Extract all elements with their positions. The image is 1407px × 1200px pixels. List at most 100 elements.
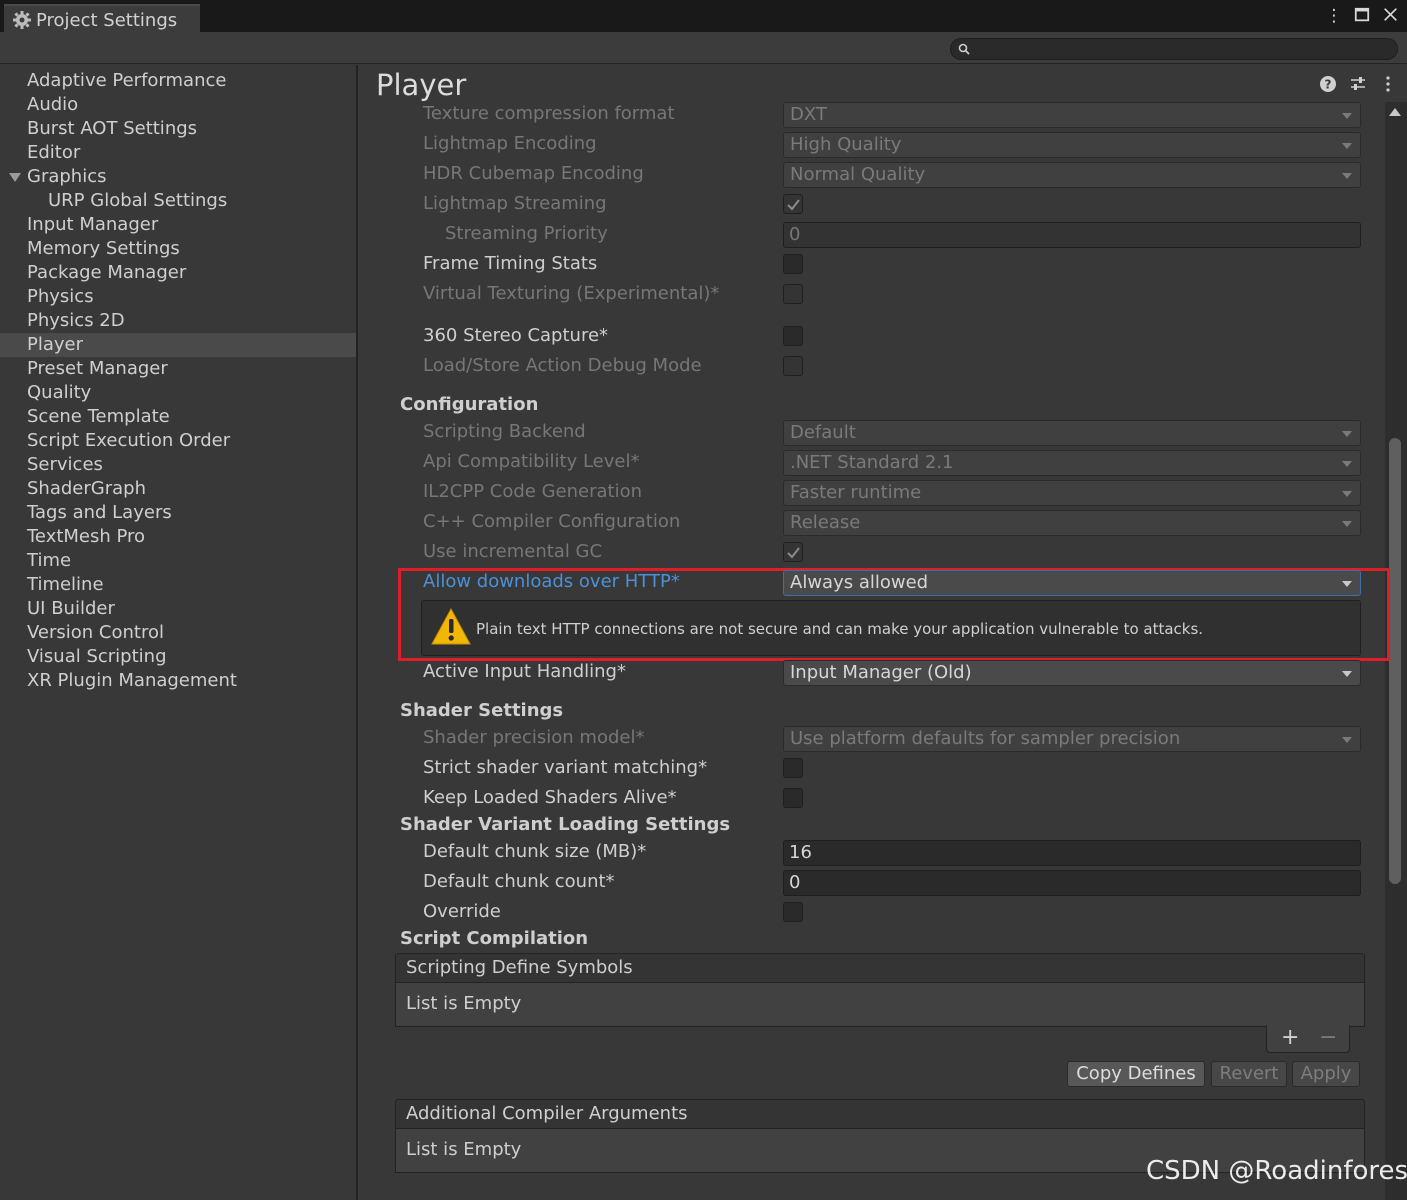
kebab-menu-icon[interactable]: ⋮ — [1325, 7, 1343, 25]
sidebar-item-editor[interactable]: Editor — [0, 141, 356, 165]
api-compat-label: Api Compatibility Level* — [423, 451, 640, 472]
frame-timing-checkbox[interactable] — [783, 254, 803, 274]
chevron-down-icon — [1342, 521, 1352, 527]
load-store-debug-field — [783, 354, 1361, 380]
texture-compression-row: Texture compression format DXT — [423, 101, 1363, 129]
cpp-compiler-row: C++ Compiler Configuration Release — [423, 509, 1363, 537]
stereo-capture-label: 360 Stereo Capture* — [423, 325, 609, 346]
sidebar-item-xr-plugin-management[interactable]: XR Plugin Management — [0, 669, 356, 693]
help-icon[interactable]: ? — [1319, 75, 1337, 93]
revert-button[interactable]: Revert — [1211, 1061, 1287, 1087]
streaming-priority-label: Streaming Priority — [445, 223, 608, 244]
dropdown-value: .NET Standard 2.1 — [790, 452, 954, 473]
maximize-icon[interactable] — [1353, 7, 1371, 25]
apply-button[interactable]: Apply — [1292, 1061, 1360, 1087]
sidebar-item-scene-template[interactable]: Scene Template — [0, 405, 356, 429]
sidebar-item-services[interactable]: Services — [0, 453, 356, 477]
incremental-gc-field — [783, 540, 1361, 566]
keep-shaders-field — [783, 786, 1361, 812]
api-compat-dropdown[interactable]: .NET Standard 2.1 — [783, 450, 1361, 476]
incremental-gc-checkbox[interactable] — [783, 542, 803, 562]
input-value: 16 — [789, 842, 812, 863]
sidebar-item-input-manager[interactable]: Input Manager — [0, 213, 356, 237]
chevron-down-icon — [1342, 461, 1352, 467]
dropdown-value: DXT — [790, 104, 827, 125]
sidebar-item-tags-and-layers[interactable]: Tags and Layers — [0, 501, 356, 525]
active-input-row: Active Input Handling* Input Manager (Ol… — [423, 659, 1363, 687]
sidebar-item-ui-builder[interactable]: UI Builder — [0, 597, 356, 621]
chunk-count-input[interactable]: 0 — [783, 870, 1361, 896]
sidebar-item-version-control[interactable]: Version Control — [0, 621, 356, 645]
hdr-cubemap-label: HDR Cubemap Encoding — [423, 163, 644, 184]
sidebar-item-timeline[interactable]: Timeline — [0, 573, 356, 597]
chunk-size-input[interactable]: 16 — [783, 840, 1361, 866]
sidebar-item-player[interactable]: Player — [0, 333, 356, 357]
dropdown-value: Normal Quality — [790, 164, 926, 185]
cpp-compiler-dropdown[interactable]: Release — [783, 510, 1361, 536]
incremental-gc-row: Use incremental GC — [423, 539, 1363, 567]
sidebar-item-physics-2d[interactable]: Physics 2D — [0, 309, 356, 333]
sidebar-item-visual-scripting[interactable]: Visual Scripting — [0, 645, 356, 669]
sidebar-item-physics[interactable]: Physics — [0, 285, 356, 309]
title-bar: Project Settings ⋮ — [0, 0, 1407, 34]
scripting-backend-dropdown[interactable]: Default — [783, 420, 1361, 446]
lightmap-streaming-row: Lightmap Streaming — [423, 191, 1363, 219]
sidebar-item-audio[interactable]: Audio — [0, 93, 356, 117]
load-store-debug-label: Load/Store Action Debug Mode — [423, 355, 702, 376]
allow-http-dropdown[interactable]: Always allowed — [783, 570, 1361, 596]
search-input[interactable] — [975, 39, 1385, 59]
strict-variant-row: Strict shader variant matching* — [423, 755, 1363, 783]
kebab-menu-icon[interactable] — [1379, 75, 1397, 93]
add-item-button[interactable]: + — [1281, 1025, 1299, 1050]
section-shader-settings: Shader Settings — [400, 700, 564, 721]
checkmark-icon — [787, 199, 800, 211]
chevron-down-icon — [1342, 173, 1352, 179]
dropdown-value: Default — [790, 422, 856, 443]
sidebar-item-package-manager[interactable]: Package Manager — [0, 261, 356, 285]
sidebar-item-adaptive-performance[interactable]: Adaptive Performance — [0, 69, 356, 93]
sidebar-item-quality[interactable]: Quality — [0, 381, 356, 405]
keep-shaders-checkbox[interactable] — [783, 788, 803, 808]
sidebar-item-burst-aot-settings[interactable]: Burst AOT Settings — [0, 117, 356, 141]
scripting-backend-label: Scripting Backend — [423, 421, 586, 442]
cpp-compiler-label: C++ Compiler Configuration — [423, 511, 681, 532]
remove-item-button[interactable]: − — [1319, 1025, 1337, 1050]
streaming-priority-input[interactable]: 0 — [783, 222, 1361, 248]
dropdown-value: Use platform defaults for sampler precis… — [790, 728, 1181, 749]
lightmap-encoding-dropdown[interactable]: High Quality — [783, 132, 1361, 158]
shader-precision-dropdown[interactable]: Use platform defaults for sampler precis… — [783, 726, 1361, 752]
sidebar-item-memory-settings[interactable]: Memory Settings — [0, 237, 356, 261]
virtual-texturing-field — [783, 282, 1361, 308]
virtual-texturing-checkbox[interactable] — [783, 284, 803, 304]
lightmap-streaming-checkbox[interactable] — [783, 194, 803, 214]
strict-variant-checkbox[interactable] — [783, 758, 803, 778]
scroll-up-arrow-icon[interactable] — [1389, 108, 1401, 116]
preset-sliders-icon[interactable] — [1349, 75, 1367, 93]
hdr-cubemap-dropdown[interactable]: Normal Quality — [783, 162, 1361, 188]
search-icon — [958, 43, 970, 55]
load-store-debug-checkbox[interactable] — [783, 356, 803, 376]
sidebar-item-script-execution-order[interactable]: Script Execution Order — [0, 429, 356, 453]
sidebar-item-shadergraph[interactable]: ShaderGraph — [0, 477, 356, 501]
chunk-count-label: Default chunk count* — [423, 871, 615, 892]
il2cpp-codegen-dropdown[interactable]: Faster runtime — [783, 480, 1361, 506]
sidebar-item-urp-global-settings[interactable]: URP Global Settings — [0, 189, 356, 213]
override-checkbox[interactable] — [783, 902, 803, 922]
sidebar-item-graphics[interactable]: Graphics — [0, 165, 356, 189]
compiler-args-header: Additional Compiler Arguments — [395, 1099, 1365, 1129]
sidebar-item-textmesh-pro[interactable]: TextMesh Pro — [0, 525, 356, 549]
scroll-thumb[interactable] — [1389, 438, 1401, 884]
copy-defines-button[interactable]: Copy Defines — [1067, 1061, 1205, 1087]
active-input-dropdown[interactable]: Input Manager (Old) — [783, 660, 1361, 686]
close-icon[interactable] — [1381, 7, 1399, 25]
stereo-capture-checkbox[interactable] — [783, 326, 803, 346]
dropdown-value: Always allowed — [790, 572, 929, 593]
expand-triangle-icon[interactable] — [9, 173, 21, 182]
sidebar-item-time[interactable]: Time — [0, 549, 356, 573]
texture-compression-dropdown[interactable]: DXT — [783, 102, 1361, 128]
lightmap-encoding-row: Lightmap Encoding High Quality — [423, 131, 1363, 159]
search-box[interactable] — [950, 38, 1398, 60]
chevron-down-icon — [1342, 491, 1352, 497]
window-tab[interactable]: Project Settings — [4, 4, 200, 34]
sidebar-item-preset-manager[interactable]: Preset Manager — [0, 357, 356, 381]
